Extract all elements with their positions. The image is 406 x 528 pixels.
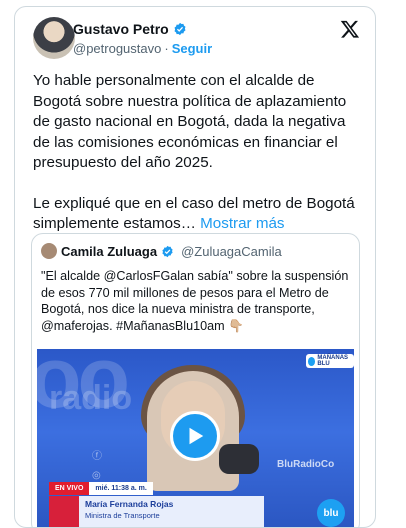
tweet-text: Yo hable personalmente con el alcalde de… [33,71,363,235]
tweet-paragraph-2-text: Le expliqué que en el caso del metro de … [33,194,355,233]
show-badge: MAÑANAS BLU [306,354,354,368]
guest-name: María Fernanda Rojas [85,499,174,509]
badge-text: MAÑANAS BLU [317,355,349,367]
quote-author-avatar[interactable] [41,243,57,259]
facebook-icon: ⓕ [92,451,102,462]
quote-author-name[interactable]: Camila Zuluaga [61,244,157,259]
live-label: EN VIVO [49,482,90,495]
blu-dot-icon [308,356,316,366]
author-avatar[interactable] [33,17,75,59]
live-time: mié. 11:38 a. m. [89,482,153,495]
x-logo-icon[interactable] [340,19,360,39]
play-icon [189,427,204,445]
video-player[interactable]: oo radio ⓕ ◎ BluRadioCo MAÑANAS BLU EN V… [37,349,354,527]
background-word: radio [49,379,133,417]
quote-author-handle[interactable]: @ZuluagaCamila [181,244,282,259]
brand-handle: BluRadioCo [277,459,335,470]
quoted-tweet[interactable]: Camila Zuluaga @ZuluagaCamila "El alcald… [31,233,360,527]
social-icons-column: ⓕ ◎ [92,447,102,481]
tweet-card[interactable]: Gustavo Petro @petrogustavo · Seguir Yo … [14,6,376,528]
quote-verified-badge-icon [162,245,173,257]
quote-header: Camila Zuluaga @ZuluagaCamila [41,243,282,259]
author-handle-row: @petrogustavo · Seguir [73,41,212,56]
tweet-paragraph-2: Le expliqué que en el caso del metro de … [33,194,363,235]
author-handle[interactable]: @petrogustavo [73,41,161,56]
guest-title: Ministra de Transporte [85,511,160,520]
tweet-paragraph-1: Yo hable personalmente con el alcalde de… [33,72,347,171]
show-more-link[interactable]: Mostrar más [200,215,284,232]
instagram-icon: ◎ [92,470,101,481]
follow-button[interactable]: Seguir [172,41,212,56]
live-bar: EN VIVO mié. 11:38 a. m. [49,482,159,495]
quote-text: "El alcalde @CarlosFGalan sabía" sobre l… [41,269,349,333]
play-button[interactable] [170,411,220,461]
lower-third-accent [49,496,79,527]
blu-logo: blu [317,499,345,527]
verified-badge-icon [174,22,186,36]
separator-dot: · [164,41,169,56]
author-name-row: Gustavo Petro [73,21,187,37]
author-name[interactable]: Gustavo Petro [73,21,169,37]
microphone [219,444,259,474]
